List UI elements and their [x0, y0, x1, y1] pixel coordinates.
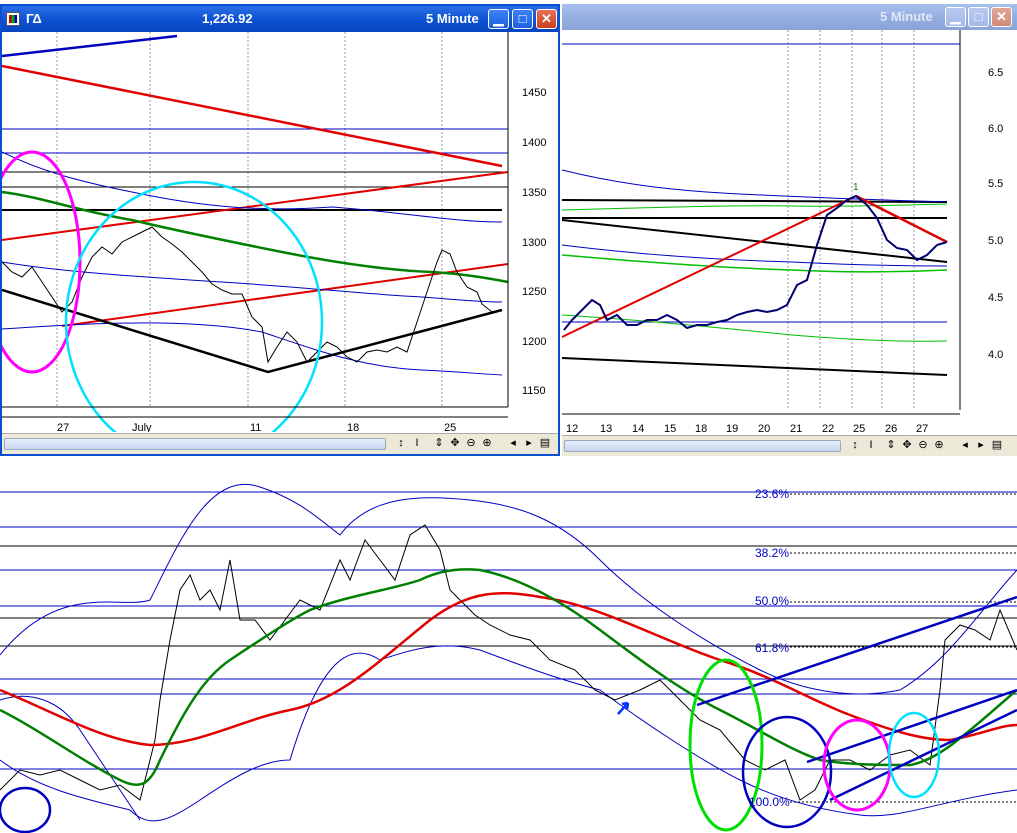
left-tick-1350: 1350 [522, 187, 546, 199]
fib-label-38: 38.2% [755, 546, 789, 560]
close-button[interactable]: ✕ [536, 9, 557, 29]
right-chart-plot[interactable]: 1 6.5 6.0 5.5 5.0 4.5 4.0 12 13 14 15 18… [562, 30, 1017, 435]
right-titlebar[interactable]: 5 Minute ▁ □ ✕ [562, 4, 1017, 30]
right-date-18: 18 [695, 423, 707, 435]
right-tick-5.0: 5.0 [988, 235, 1003, 247]
menu-icon[interactable]: ▤ [538, 436, 552, 451]
right-scrollbar[interactable] [564, 440, 841, 452]
text-tool-icon[interactable]: I [410, 436, 424, 451]
green-moving-average [0, 568, 1017, 786]
right-date-26: 26 [885, 423, 897, 435]
scroll-left-icon[interactable]: ◂ [506, 436, 520, 451]
right-chart-window[interactable]: 5 Minute ▁ □ ✕ 1 6.5 6.0 5.5 5.0 4.5 4.0… [562, 4, 1017, 456]
left-tick-1450: 1450 [522, 87, 546, 99]
left-date-25: 25 [444, 422, 456, 432]
price-display: 1,226.92 [202, 11, 253, 26]
right-toolbar: ↕ I ⇕ ✥ ⊖ ⊕ ◂ ▸ ▤ [562, 435, 1017, 456]
right-tick-4.5: 4.5 [988, 292, 1003, 304]
bottom-blue-circle [741, 715, 833, 829]
minimize-button[interactable]: ▁ [488, 9, 509, 29]
right-menu-icon[interactable]: ▤ [990, 438, 1004, 453]
upper-band [0, 484, 1017, 695]
right-cursor-icon[interactable]: ↕ [848, 438, 862, 453]
fib-label-50: 50.0% [755, 594, 789, 608]
fib-label-61: 61.8% [755, 641, 789, 655]
right-date-21: 21 [790, 423, 802, 435]
left-toolbar: ↕ I ⇕ ✥ ⊖ ⊕ ◂ ▸ ▤ [2, 433, 558, 454]
left-tick-1150: 1150 [522, 385, 546, 397]
right-pan-icon[interactable]: ✥ [900, 438, 914, 453]
right-date-15: 15 [664, 423, 676, 435]
pan-icon[interactable]: ✥ [448, 436, 462, 451]
cursor-icon[interactable]: ↕ [394, 436, 408, 451]
left-titlebar[interactable]: ΓΔ 1,226.92 5 Minute ▁ □ ✕ [2, 6, 558, 32]
right-minimize-button[interactable]: ▁ [945, 7, 966, 27]
right-interval-label: 5 Minute [880, 9, 933, 24]
fib-label-23: 23.6% [755, 487, 789, 501]
symbol-title: ΓΔ [26, 11, 42, 26]
right-vertical-resize-icon[interactable]: ⇕ [884, 438, 898, 453]
zoom-in-icon[interactable]: ⊕ [480, 436, 494, 451]
right-zoom-in-icon[interactable]: ⊕ [932, 438, 946, 453]
left-scrollbar[interactable] [4, 438, 386, 450]
right-date-19: 19 [726, 423, 738, 435]
right-scroll-right-icon[interactable]: ▸ [974, 438, 988, 453]
right-date-25: 25 [853, 423, 865, 435]
left-tick-1200: 1200 [522, 336, 546, 348]
right-tick-5.5: 5.5 [988, 178, 1003, 190]
left-date-27: 27 [57, 422, 69, 432]
right-tick-6.5: 6.5 [988, 67, 1003, 79]
left-tick-1300: 1300 [522, 237, 546, 249]
zoom-out-icon[interactable]: ⊖ [464, 436, 478, 451]
left-date-11: 11 [250, 422, 261, 432]
fib-label-100: 100.0% [749, 795, 790, 809]
right-date-14: 14 [632, 423, 644, 435]
right-tick-6.0: 6.0 [988, 123, 1003, 135]
right-date-27: 27 [916, 423, 928, 435]
scroll-right-icon[interactable]: ▸ [522, 436, 536, 451]
vertical-resize-icon[interactable]: ⇕ [432, 436, 446, 451]
right-date-12: 12 [566, 423, 578, 435]
right-scroll-left-icon[interactable]: ◂ [958, 438, 972, 453]
right-date-20: 20 [758, 423, 770, 435]
right-date-13: 13 [600, 423, 612, 435]
left-tick-1250: 1250 [522, 286, 546, 298]
bottom-left-blue-circle [0, 786, 52, 833]
left-chart-window[interactable]: ΓΔ 1,226.92 5 Minute ▁ □ ✕ 1450 1400 135… [0, 4, 560, 456]
wave-label: 1 [853, 182, 859, 193]
right-maximize-button[interactable]: □ [968, 7, 989, 27]
app-icon [6, 12, 20, 26]
left-blue-curve [0, 695, 141, 821]
maximize-button[interactable]: □ [512, 9, 533, 29]
left-chart-plot[interactable]: 1450 1400 1350 1300 1250 1200 1150 27 Ju… [2, 32, 558, 432]
right-close-button[interactable]: ✕ [991, 7, 1012, 27]
left-tick-1400: 1400 [522, 137, 546, 149]
left-date-july: July [132, 422, 152, 432]
right-date-22: 22 [822, 423, 834, 435]
left-date-18: 18 [347, 422, 359, 432]
interval-label: 5 Minute [426, 11, 479, 26]
right-tick-4.0: 4.0 [988, 349, 1003, 361]
price-line [0, 524, 1017, 801]
right-text-tool-icon[interactable]: I [864, 438, 878, 453]
right-zoom-out-icon[interactable]: ⊖ [916, 438, 930, 453]
bottom-horizontal-lines [0, 491, 1017, 770]
lower-band [0, 645, 1017, 822]
